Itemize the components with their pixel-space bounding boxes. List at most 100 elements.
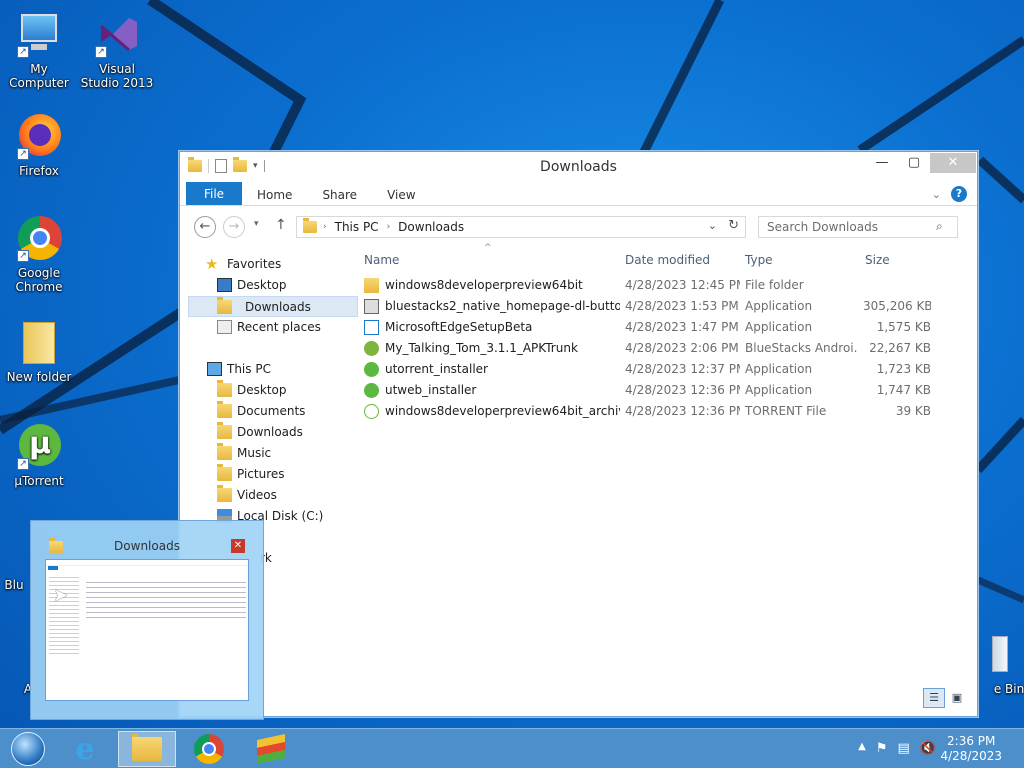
back-button[interactable]: ←	[194, 216, 216, 238]
file-type: Application	[745, 362, 813, 376]
expand-ribbon-icon[interactable]: ⌄	[932, 188, 941, 201]
desktop-icon-firefox[interactable]: ↗ Firefox	[1, 112, 77, 178]
large-icons-view-button[interactable]: ▣	[947, 688, 967, 708]
file-size: 39 KB	[895, 404, 931, 418]
bluestacks-icon	[257, 734, 285, 764]
file-name: windows8developerpreview64bit	[385, 278, 583, 292]
clock[interactable]: 2:36 PM 4/28/2023	[940, 734, 1002, 764]
utorrent-icon	[364, 362, 379, 377]
folder-icon	[217, 401, 232, 418]
nav-pc-downloads[interactable]: Downloads	[180, 422, 350, 443]
nav-pc-documents[interactable]: Documents	[180, 401, 350, 422]
recent-locations-icon[interactable]: ▾	[254, 219, 259, 229]
file-date: 4/28/2023 12:36 PM	[625, 383, 740, 397]
up-arrow-icon[interactable]: ↑	[275, 217, 287, 233]
file-row[interactable]: My_Talking_Tom_3.1.1_APKTrunk 4/28/2023 2…	[358, 338, 977, 359]
title-bar[interactable]: ▾ Downloads — ▢ ✕	[180, 152, 977, 182]
file-date: 4/28/2023 1:47 PM	[625, 320, 739, 334]
tab-home[interactable]: Home	[242, 182, 307, 205]
file-row[interactable]: windows8developerpreview64bit 4/28/2023 1…	[358, 275, 977, 296]
file-type: BlueStacks Androi...	[745, 341, 857, 355]
maximize-button[interactable]: ▢	[898, 153, 930, 173]
nav-pc-pictures[interactable]: Pictures	[180, 464, 350, 485]
file-row[interactable]: utweb_installer 4/28/2023 12:36 PM Applica…	[358, 380, 977, 401]
action-center-flag-icon[interactable]: ⚑	[876, 741, 888, 756]
help-icon[interactable]: ?	[951, 186, 967, 202]
file-row[interactable]: bluestacks2_native_homepage-dl-button 4/2…	[358, 296, 977, 317]
recycle-bin-icon	[972, 630, 1020, 678]
address-dropdown-icon[interactable]: ⌄	[708, 219, 717, 232]
search-input[interactable]: Search Downloads	[758, 216, 958, 238]
show-hidden-icons-icon[interactable]: ▲	[858, 741, 866, 756]
file-row[interactable]: windows8developerpreview64bit_archive 4/2…	[358, 401, 977, 422]
nav-pc-music[interactable]: Music	[180, 443, 350, 464]
column-size[interactable]: Size	[865, 253, 890, 267]
taskbar-internet-explorer[interactable]: e	[56, 731, 114, 767]
refresh-icon[interactable]: ↻	[728, 218, 739, 233]
file-size: 1,575 KB	[876, 320, 931, 334]
tab-file[interactable]: File	[186, 182, 242, 205]
computer-icon	[207, 362, 222, 376]
address-bar[interactable]: › This PC › Downloads ⌄ ↻	[296, 216, 746, 238]
desktop-icon-new-folder[interactable]: New folder	[1, 318, 77, 384]
file-type: File folder	[745, 278, 804, 292]
installer-icon	[364, 299, 379, 314]
folder-icon	[217, 464, 232, 481]
folder-icon	[15, 318, 63, 366]
file-size: 1,747 KB	[876, 383, 931, 397]
taskbar-google-chrome[interactable]	[180, 731, 238, 767]
breadcrumb-this-pc[interactable]: This PC	[335, 220, 379, 234]
nav-fav-downloads[interactable]: Downloads	[188, 296, 358, 317]
utorrent-icon: µ ↗	[15, 422, 63, 470]
folder-icon	[217, 485, 232, 502]
folder-icon	[217, 443, 232, 460]
folder-icon	[217, 380, 232, 397]
taskbar-thumbnail-preview[interactable]: Downloads ✕ ➤	[30, 520, 264, 720]
file-size: 1,723 KB	[876, 362, 931, 376]
desktop-icon-google-chrome[interactable]: ↗ Google Chrome	[1, 214, 77, 294]
desktop-icon-visual-studio[interactable]: ↗ Visual Studio 2013	[79, 10, 155, 90]
desktop-icon-my-computer[interactable]: ↗ My Computer	[1, 10, 77, 90]
visual-studio-icon: ↗	[93, 10, 141, 58]
file-row[interactable]: MicrosoftEdgeSetupBeta 4/28/2023 1:47 PM A…	[358, 317, 977, 338]
file-type: TORRENT File	[745, 404, 827, 418]
folder-icon	[303, 218, 317, 233]
nav-pc-videos[interactable]: Videos	[180, 485, 350, 506]
explorer-window[interactable]: ▾ Downloads — ▢ ✕ File Home Share View ⌄…	[179, 151, 978, 717]
window-title: Downloads	[540, 159, 617, 175]
thumbnail-close-button[interactable]: ✕	[231, 539, 245, 553]
taskbar: e ▲ ⚑ ▤ 🔇 2:36 PM 4/28/2023	[0, 728, 1024, 768]
file-row[interactable]: utorrent_installer 4/28/2023 12:37 PM Appl…	[358, 359, 977, 380]
nav-fav-desktop[interactable]: Desktop	[180, 275, 350, 296]
taskbar-bluestacks[interactable]	[242, 731, 300, 767]
search-icon[interactable]: ⌕	[936, 219, 943, 234]
column-type[interactable]: Type	[745, 253, 773, 267]
internet-explorer-icon: e	[75, 731, 95, 767]
nav-fav-recent-places[interactable]: Recent places	[180, 317, 350, 338]
breadcrumb-downloads[interactable]: Downloads	[398, 220, 464, 234]
volume-muted-icon[interactable]: 🔇	[920, 741, 936, 756]
taskbar-file-explorer[interactable]	[118, 731, 176, 767]
nav-favorites[interactable]: ★ Favorites	[180, 254, 350, 275]
forward-button[interactable]: →	[223, 216, 245, 238]
nav-pc-desktop[interactable]: Desktop	[180, 380, 350, 401]
details-view-button[interactable]: ☰	[923, 688, 945, 708]
tab-share[interactable]: Share	[307, 182, 372, 205]
nav-this-pc[interactable]: This PC	[180, 359, 350, 380]
file-date: 4/28/2023 1:53 PM	[625, 299, 739, 313]
desktop-icon-utorrent[interactable]: µ ↗ µTorrent	[1, 422, 77, 488]
minimize-button[interactable]: —	[866, 153, 898, 173]
start-button[interactable]	[2, 731, 54, 767]
column-name[interactable]: Name	[364, 253, 399, 267]
file-name: windows8developerpreview64bit_archive	[385, 404, 620, 418]
chrome-icon	[194, 734, 224, 764]
torrent-file-icon	[364, 404, 379, 419]
column-date-modified[interactable]: Date modified	[625, 253, 710, 267]
tab-view[interactable]: View	[372, 182, 430, 205]
network-icon[interactable]: ▤	[898, 741, 910, 756]
file-name: My_Talking_Tom_3.1.1_APKTrunk	[385, 341, 578, 355]
file-size: 22,267 KB	[869, 341, 931, 355]
close-button[interactable]: ✕	[930, 153, 976, 173]
file-type: Application	[745, 299, 813, 313]
file-explorer-icon	[132, 734, 162, 761]
